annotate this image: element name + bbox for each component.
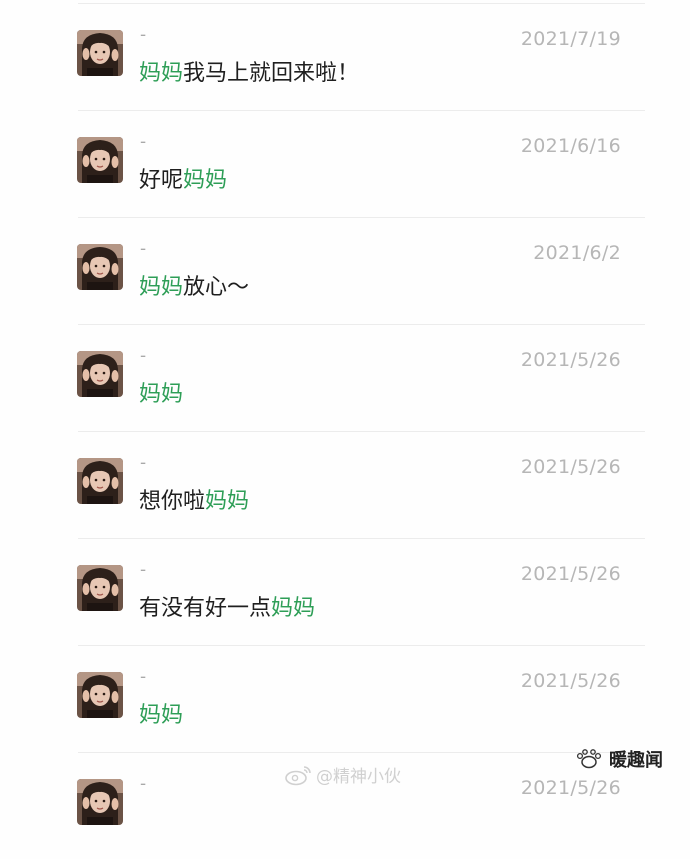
message-text: 想你啦妈妈: [139, 483, 249, 515]
message-text: 有没有好一点妈妈: [139, 590, 315, 622]
message-date: 2021/7/19: [520, 28, 621, 50]
message-segment: 有没有好一点: [139, 596, 272, 621]
sender-name: -: [140, 453, 147, 473]
paw-icon: [576, 749, 602, 769]
row-divider: [78, 645, 645, 646]
logo-text: 暖趣闻: [609, 750, 663, 771]
message-date: 2021/6/16: [520, 135, 621, 157]
sender-name: -: [140, 239, 147, 259]
message-row[interactable]: - 2021/5/26 妈妈: [0, 324, 690, 431]
row-divider: [78, 431, 645, 432]
message-date: 2021/5/26: [520, 456, 621, 478]
message-text: 妈妈放心～: [139, 269, 249, 301]
keyword-highlight: 妈妈: [139, 703, 184, 728]
message-search-results: -2021/7/19 妈妈我马上就回来啦！ -2021/6/16 好呢妈妈 -2021/…: [0, 0, 690, 825]
avatar[interactable]: [77, 565, 123, 611]
sender-name: -: [140, 667, 147, 687]
avatar[interactable]: [77, 244, 123, 290]
watermark-text: @精神小伙: [316, 767, 401, 787]
message-text: 妈妈: [139, 697, 183, 729]
row-divider: [78, 538, 645, 539]
sender-name: -: [140, 132, 147, 152]
message-date: 2021/5/26: [520, 563, 621, 585]
keyword-highlight: 妈妈: [205, 489, 250, 514]
avatar[interactable]: [77, 30, 123, 76]
message-date: 2021/5/26: [520, 777, 621, 799]
avatar[interactable]: [77, 458, 123, 504]
message-date: 2021/5/26: [520, 670, 621, 692]
sender-name: -: [140, 25, 147, 45]
row-divider: [78, 324, 645, 325]
message-row[interactable]: - 2021/5/26 妈妈: [0, 645, 690, 752]
avatar[interactable]: [77, 779, 123, 825]
avatar[interactable]: [77, 351, 123, 397]
message-date: 2021/5/26: [520, 349, 621, 371]
message-row[interactable]: - 2021/7/19 妈妈我马上就回来啦！: [0, 3, 690, 110]
keyword-highlight: 妈妈: [139, 382, 184, 407]
weibo-watermark: @精神小伙: [284, 762, 401, 787]
message-segment: 想你啦: [139, 489, 206, 514]
message-segment: 好呢: [139, 168, 184, 193]
keyword-highlight: 妈妈: [183, 168, 228, 193]
row-divider: [78, 110, 645, 111]
message-text: 妈妈: [139, 376, 183, 408]
avatar[interactable]: [77, 137, 123, 183]
weibo-icon: [285, 765, 311, 785]
message-segment: 我马上就回来啦！: [183, 61, 360, 86]
keyword-highlight: 妈妈: [139, 275, 184, 300]
sender-name: -: [140, 346, 147, 366]
message-row[interactable]: - 2021/6/2 妈妈放心～: [0, 217, 690, 324]
avatar[interactable]: [77, 672, 123, 718]
message-text: 妈妈我马上就回来啦！: [139, 55, 359, 87]
message-segment: 放心～: [183, 275, 250, 300]
message-text: 好呢妈妈: [139, 162, 227, 194]
sender-name: -: [140, 774, 147, 794]
row-divider: [78, 217, 645, 218]
message-date: 2021/6/2: [533, 242, 621, 264]
row-divider: [78, 752, 645, 753]
row-divider: [78, 3, 645, 4]
message-row[interactable]: - 2021/5/26 想你啦妈妈: [0, 431, 690, 538]
message-row[interactable]: - 2021/6/16 好呢妈妈: [0, 110, 690, 217]
keyword-highlight: 妈妈: [271, 596, 316, 621]
message-row[interactable]: - 2021/5/26 有没有好一点妈妈: [0, 538, 690, 645]
keyword-highlight: 妈妈: [139, 61, 184, 86]
logo: 暖趣闻: [573, 746, 663, 772]
sender-name: -: [140, 560, 147, 580]
